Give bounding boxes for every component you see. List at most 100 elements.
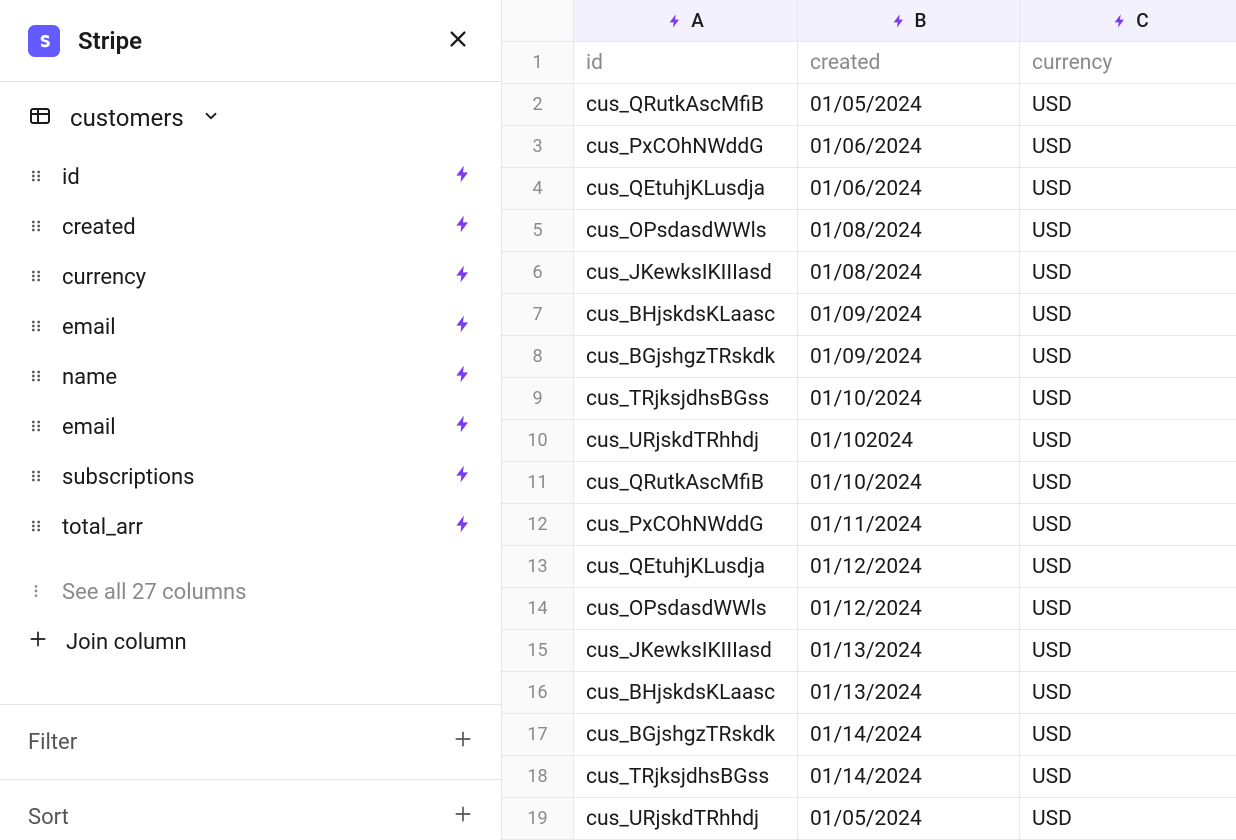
cell-created[interactable]: 01/12/2024 xyxy=(798,546,1020,587)
field-header[interactable]: id xyxy=(574,42,798,83)
table-row[interactable]: 2cus_QRutkAscMfiB01/05/2024USD xyxy=(502,84,1236,126)
table-row[interactable]: 11cus_QRutkAscMfiB01/10/2024USD xyxy=(502,462,1236,504)
drag-handle-icon[interactable] xyxy=(28,265,44,290)
field-row[interactable]: email xyxy=(16,302,485,352)
cell-id[interactable]: cus_QRutkAscMfiB xyxy=(574,84,798,125)
cell-id[interactable]: cus_PxCOhNWddG xyxy=(574,504,798,545)
table-row[interactable]: 4cus_QEtuhjKLusdja01/06/2024USD xyxy=(502,168,1236,210)
field-header[interactable]: created xyxy=(798,42,1020,83)
cell-created[interactable]: 01/08/2024 xyxy=(798,210,1020,251)
cell-created[interactable]: 01/06/2024 xyxy=(798,126,1020,167)
cell-currency[interactable]: USD xyxy=(1020,588,1236,629)
cell-currency[interactable]: USD xyxy=(1020,420,1236,461)
sort-section[interactable]: Sort xyxy=(0,779,501,840)
drag-handle-icon[interactable] xyxy=(28,515,44,540)
cell-id[interactable]: cus_TRjksjdhsBGss xyxy=(574,378,798,419)
cell-id[interactable]: cus_BHjskdsKLaasc xyxy=(574,294,798,335)
column-header-a[interactable]: A xyxy=(574,0,798,41)
field-header[interactable]: currency xyxy=(1020,42,1236,83)
cell-currency[interactable]: USD xyxy=(1020,84,1236,125)
cell-created[interactable]: 01/12/2024 xyxy=(798,588,1020,629)
table-row[interactable]: 19cus_URjskdTRhhdj01/05/2024USD xyxy=(502,798,1236,840)
table-row[interactable]: 16cus_BHjskdsKLaasc01/13/2024USD xyxy=(502,672,1236,714)
cell-currency[interactable]: USD xyxy=(1020,210,1236,251)
table-row[interactable]: 8cus_BGjshgzTRskdk01/09/2024USD xyxy=(502,336,1236,378)
cell-created[interactable]: 01/09/2024 xyxy=(798,336,1020,377)
drag-handle-icon[interactable] xyxy=(28,215,44,240)
cell-created[interactable]: 01/13/2024 xyxy=(798,672,1020,713)
cell-currency[interactable]: USD xyxy=(1020,378,1236,419)
table-row[interactable]: 13cus_QEtuhjKLusdja01/12/2024USD xyxy=(502,546,1236,588)
cell-currency[interactable]: USD xyxy=(1020,126,1236,167)
cell-id[interactable]: cus_OPsdasdWWls xyxy=(574,210,798,251)
table-row[interactable]: 10cus_URjskdTRhhdj01/102024USD xyxy=(502,420,1236,462)
table-row[interactable]: 9cus_TRjksjdhsBGss01/10/2024USD xyxy=(502,378,1236,420)
cell-currency[interactable]: USD xyxy=(1020,462,1236,503)
cell-created[interactable]: 01/10/2024 xyxy=(798,462,1020,503)
column-header-b[interactable]: B xyxy=(798,0,1020,41)
cell-id[interactable]: cus_QEtuhjKLusdja xyxy=(574,546,798,587)
column-header-c[interactable]: C xyxy=(1020,0,1236,41)
table-row[interactable]: 3cus_PxCOhNWddG01/06/2024USD xyxy=(502,126,1236,168)
table-picker[interactable]: customers xyxy=(0,82,501,144)
cell-created[interactable]: 01/05/2024 xyxy=(798,798,1020,839)
cell-created[interactable]: 01/13/2024 xyxy=(798,630,1020,671)
plus-icon[interactable] xyxy=(453,729,473,755)
field-row[interactable]: currency xyxy=(16,252,485,302)
cell-created[interactable]: 01/08/2024 xyxy=(798,252,1020,293)
cell-currency[interactable]: USD xyxy=(1020,252,1236,293)
cell-created[interactable]: 01/06/2024 xyxy=(798,168,1020,209)
field-row[interactable]: created xyxy=(16,202,485,252)
cell-id[interactable]: cus_QEtuhjKLusdja xyxy=(574,168,798,209)
cell-currency[interactable]: USD xyxy=(1020,504,1236,545)
cell-currency[interactable]: USD xyxy=(1020,630,1236,671)
cell-id[interactable]: cus_PxCOhNWddG xyxy=(574,126,798,167)
drag-handle-icon[interactable] xyxy=(28,415,44,440)
cell-currency[interactable]: USD xyxy=(1020,672,1236,713)
cell-id[interactable]: cus_BHjskdsKLaasc xyxy=(574,672,798,713)
cell-currency[interactable]: USD xyxy=(1020,336,1236,377)
cell-created[interactable]: 01/14/2024 xyxy=(798,714,1020,755)
cell-created[interactable]: 01/14/2024 xyxy=(798,756,1020,797)
cell-created[interactable]: 01/102024 xyxy=(798,420,1020,461)
cell-created[interactable]: 01/09/2024 xyxy=(798,294,1020,335)
table-row[interactable]: 17cus_BGjshgzTRskdk01/14/2024USD xyxy=(502,714,1236,756)
cell-currency[interactable]: USD xyxy=(1020,294,1236,335)
cell-id[interactable]: cus_JKewksIKIIIasd xyxy=(574,252,798,293)
table-row[interactable]: 15cus_JKewksIKIIIasd01/13/2024USD xyxy=(502,630,1236,672)
field-row[interactable]: total_arr xyxy=(16,502,485,552)
cell-id[interactable]: cus_URjskdTRhhdj xyxy=(574,420,798,461)
cell-created[interactable]: 01/10/2024 xyxy=(798,378,1020,419)
table-row[interactable]: 14cus_OPsdasdWWls01/12/2024USD xyxy=(502,588,1236,630)
cell-currency[interactable]: USD xyxy=(1020,714,1236,755)
cell-id[interactable]: cus_URjskdTRhhdj xyxy=(574,798,798,839)
field-row[interactable]: id xyxy=(16,152,485,202)
table-row[interactable]: 18cus_TRjksjdhsBGss01/14/2024USD xyxy=(502,756,1236,798)
cell-currency[interactable]: USD xyxy=(1020,168,1236,209)
cell-currency[interactable]: USD xyxy=(1020,798,1236,839)
table-row[interactable]: 6cus_JKewksIKIIIasd01/08/2024USD xyxy=(502,252,1236,294)
cell-currency[interactable]: USD xyxy=(1020,546,1236,587)
drag-handle-icon[interactable] xyxy=(28,365,44,390)
cell-created[interactable]: 01/11/2024 xyxy=(798,504,1020,545)
see-all-columns[interactable]: See all 27 columns xyxy=(16,568,485,617)
join-column[interactable]: Join column xyxy=(16,617,485,667)
cell-id[interactable]: cus_TRjksjdhsBGss xyxy=(574,756,798,797)
field-row[interactable]: email xyxy=(16,402,485,452)
drag-handle-icon[interactable] xyxy=(28,165,44,190)
drag-handle-icon[interactable] xyxy=(28,465,44,490)
close-button[interactable] xyxy=(443,24,473,58)
cell-id[interactable]: cus_QRutkAscMfiB xyxy=(574,462,798,503)
cell-id[interactable]: cus_BGjshgzTRskdk xyxy=(574,714,798,755)
table-row[interactable]: 7cus_BHjskdsKLaasc01/09/2024USD xyxy=(502,294,1236,336)
cell-currency[interactable]: USD xyxy=(1020,756,1236,797)
cell-created[interactable]: 01/05/2024 xyxy=(798,84,1020,125)
field-row[interactable]: name xyxy=(16,352,485,402)
table-row[interactable]: 5cus_OPsdasdWWls01/08/2024USD xyxy=(502,210,1236,252)
cell-id[interactable]: cus_BGjshgzTRskdk xyxy=(574,336,798,377)
cell-id[interactable]: cus_JKewksIKIIIasd xyxy=(574,630,798,671)
field-row[interactable]: subscriptions xyxy=(16,452,485,502)
cell-id[interactable]: cus_OPsdasdWWls xyxy=(574,588,798,629)
data-grid[interactable]: A B C 1 id created currency 2cus_QRutkAs… xyxy=(502,0,1236,840)
plus-icon[interactable] xyxy=(453,804,473,830)
